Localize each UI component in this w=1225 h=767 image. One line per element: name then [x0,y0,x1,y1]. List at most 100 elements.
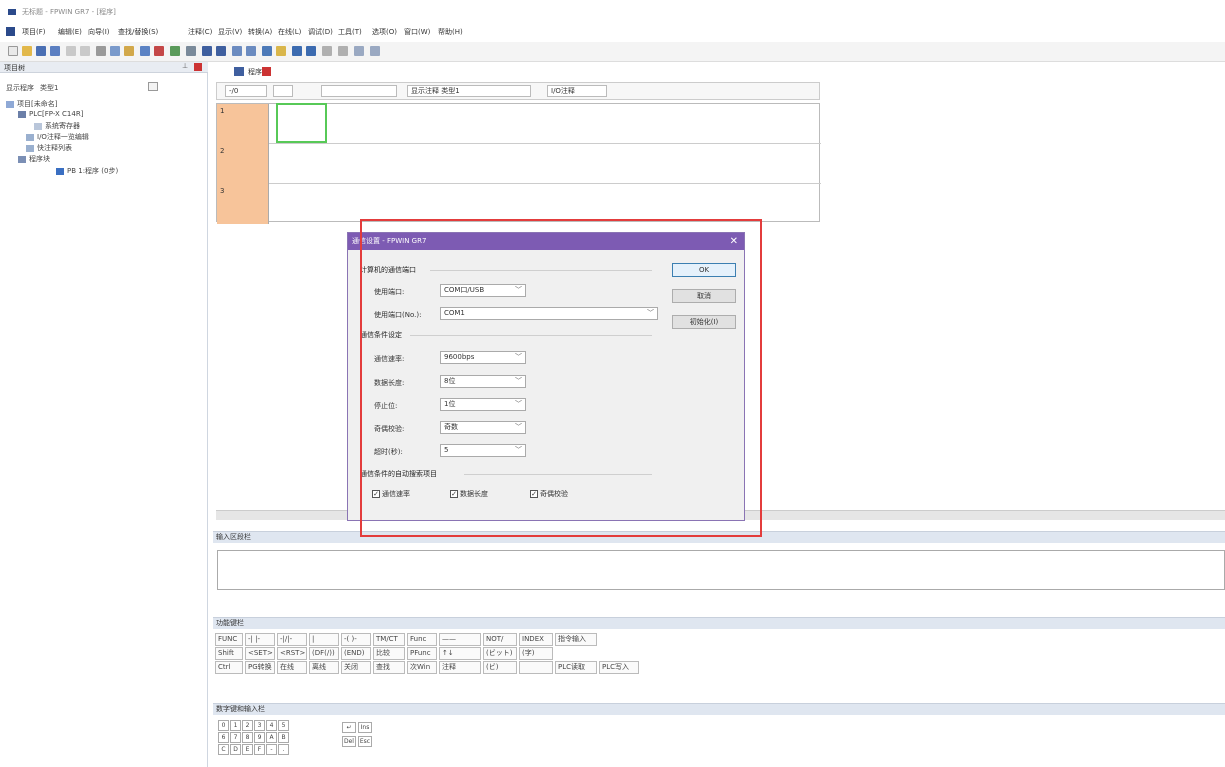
undo-icon[interactable] [66,46,76,56]
tree-system-register[interactable]: 系统寄存器 [34,121,80,131]
menu-project[interactable]: 项目(F) [22,27,46,37]
fk-vline[interactable]: | [309,633,339,646]
fk-contact[interactable]: -| |- [245,633,275,646]
fk-bit-2[interactable]: (ビ) [483,661,517,674]
fk-find[interactable]: 查找 [373,661,405,674]
fk-bit[interactable]: (ビット) [483,647,517,660]
device-box[interactable] [321,85,397,97]
numkey[interactable]: . [278,744,289,755]
menu-window[interactable]: 窗口(W) [404,27,430,37]
menu-convert[interactable]: 转换(A) [248,27,272,37]
tree-project-root[interactable]: 项目[未命名] [6,99,57,109]
online-icon[interactable] [232,46,242,56]
numkey[interactable]: 7 [230,732,241,743]
fk-end[interactable]: (END) [341,647,371,660]
redo-icon[interactable] [80,46,90,56]
fk-index[interactable]: INDEX [519,633,553,646]
display-program-value[interactable]: 类型1 [40,83,58,93]
fk-instruction-input[interactable]: 指令输入 [555,633,597,646]
fk-compare[interactable]: 比较 [373,647,405,660]
menu-tools[interactable]: 工具(T) [338,27,362,37]
tree-io-comment[interactable]: I/O注释一览编辑 [26,132,89,142]
fk-df[interactable]: (DF(/)) [309,647,339,660]
menu-help[interactable]: 帮助(H) [438,27,463,37]
close-pane-icon[interactable] [194,63,202,71]
tool-icon[interactable] [322,46,332,56]
menu-comment[interactable]: 注释(C) [188,27,212,37]
numkey[interactable]: A [266,732,277,743]
menu-find-replace[interactable]: 查找/替换(S) [118,27,158,37]
delete-icon[interactable] [154,46,164,56]
close-tab-icon[interactable] [262,67,271,76]
open-icon[interactable] [22,46,32,56]
comment-type-select[interactable]: 显示注释 类型1 [407,85,531,97]
copy-icon[interactable] [110,46,120,56]
numkey[interactable]: 2 [242,720,253,731]
grid-icon[interactable] [370,46,380,56]
tree-program-1[interactable]: PB 1:程序 (0步) [56,166,118,176]
numkey[interactable]: - [266,744,277,755]
numkey[interactable]: C [218,744,229,755]
save-icon[interactable] [36,46,46,56]
numkey[interactable]: D [230,744,241,755]
fk-tmct[interactable]: TM/CT [373,633,405,646]
fk-ctrl[interactable]: Ctrl [215,661,243,674]
convert-icon[interactable] [170,46,180,56]
numkey[interactable]: 9 [254,732,265,743]
ins-key[interactable]: Ins [358,722,372,733]
fk-edge[interactable]: ↑↓ [439,647,481,660]
plc-read-icon[interactable] [202,46,212,56]
menu-edit[interactable]: 编辑(E) [58,27,82,37]
tree-program-blocks[interactable]: 程序块 [18,154,50,164]
menu-view[interactable]: 显示(V) [218,27,242,37]
esc-key[interactable]: Esc [358,736,372,747]
input-field[interactable] [217,550,1225,590]
fk-online[interactable]: 在线 [277,661,307,674]
fk-not[interactable]: NOT/ [483,633,517,646]
fk-func2[interactable]: Func [407,633,437,646]
paste-icon[interactable] [124,46,134,56]
numkey[interactable]: B [278,732,289,743]
numkey[interactable]: 4 [266,720,277,731]
fk-comment[interactable]: 注释 [439,661,481,674]
numkey[interactable]: 0 [218,720,229,731]
del-key[interactable]: Del [342,736,356,747]
search-icon[interactable] [140,46,150,56]
menu-options[interactable]: 选项(O) [372,27,397,37]
menu-wizard[interactable]: 向导(I) [88,27,110,37]
numkey[interactable]: E [242,744,253,755]
fk-next-win[interactable]: 次Win [407,661,437,674]
fk-func[interactable]: FUNC [215,633,243,646]
fk-contact-nc[interactable]: -|/|- [277,633,307,646]
enter-key[interactable]: ↵ [342,722,356,733]
fk-shift[interactable]: Shift [215,647,243,660]
offline-icon[interactable] [246,46,256,56]
numkey[interactable]: 5 [278,720,289,731]
rung[interactable]: 3 [217,184,821,224]
menu-online[interactable]: 在线(L) [278,27,301,37]
program-tab[interactable]: 程序 [248,67,262,77]
monitor-icon[interactable] [186,46,196,56]
transfer-2-icon[interactable] [306,46,316,56]
save-all-icon[interactable] [50,46,60,56]
numkey[interactable]: 6 [218,732,229,743]
fk-pg-convert[interactable]: PG转换 [245,661,275,674]
tree-plc[interactable]: PLC[FP-X C14R] [18,110,83,118]
plc-write-icon[interactable] [216,46,226,56]
fk-set[interactable]: <SET> [245,647,275,660]
key-icon[interactable] [276,46,286,56]
transfer-icon[interactable] [292,46,302,56]
numkey[interactable]: 8 [242,732,253,743]
list-icon[interactable] [354,46,364,56]
fk-word[interactable]: (字) [519,647,553,660]
display-options-button[interactable] [148,82,158,91]
numkey[interactable]: 3 [254,720,265,731]
tree-block-comment[interactable]: 快注释列表 [26,143,72,153]
fk-hline[interactable]: —— [439,633,481,646]
address-box[interactable]: -/0 [225,85,267,97]
fk-rst[interactable]: <RST> [277,647,307,660]
window-icon[interactable] [262,46,272,56]
fk-plc-read[interactable]: PLC读取 [555,661,597,674]
tool-2-icon[interactable] [338,46,348,56]
pin-icon[interactable]: ⊥ [182,62,188,70]
